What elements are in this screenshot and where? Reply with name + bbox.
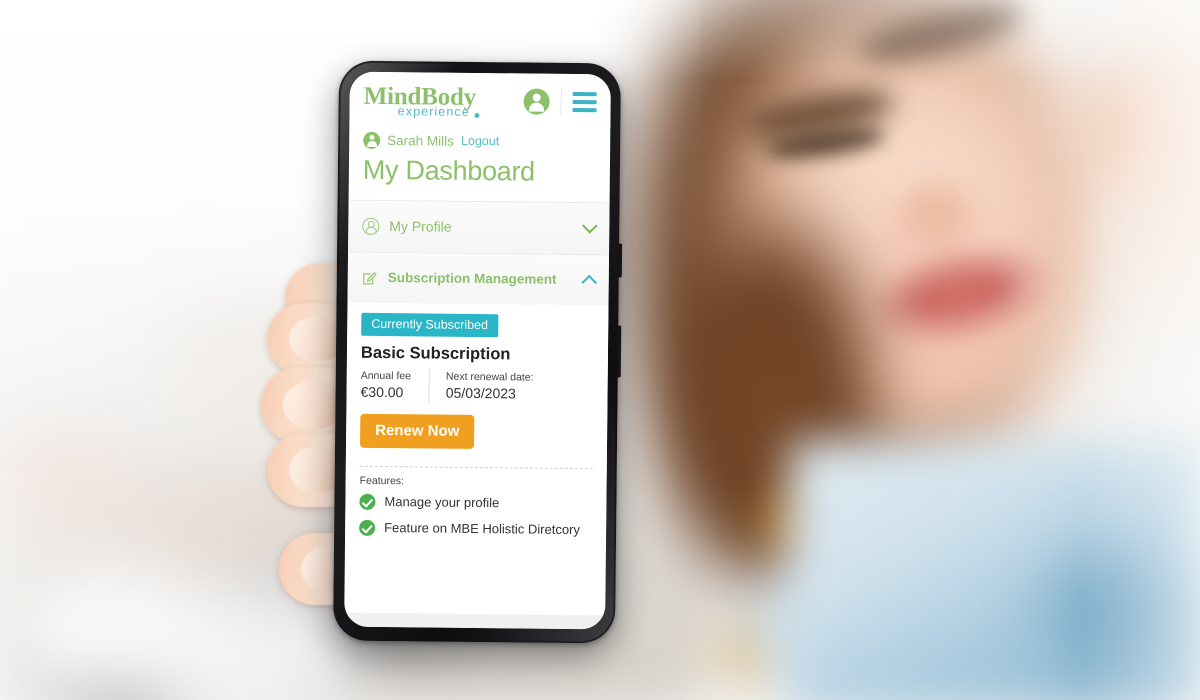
- app-header: MindBody experience: [349, 71, 611, 128]
- account-circle-icon[interactable]: [523, 88, 550, 115]
- phone-power-button[interactable]: [616, 325, 622, 378]
- sidebar-item-my-profile[interactable]: My Profile: [348, 200, 610, 254]
- plan-meta: Annual fee €30.00 Next renewal date: 05/…: [346, 364, 607, 404]
- phone-screen: MindBody experience Sarah Mills Logout M…: [344, 71, 611, 630]
- annual-fee-label: Annual fee: [360, 369, 412, 382]
- check-circle-icon: [359, 493, 376, 510]
- list-item: Manage your profile: [345, 488, 606, 517]
- logout-link[interactable]: Logout: [461, 134, 499, 148]
- logo-secondary-text: experience: [363, 104, 480, 119]
- edit-square-icon: [362, 269, 378, 285]
- meta-divider: [428, 368, 431, 403]
- accordion-section-subscription-management: Subscription Management Currently Subscr…: [344, 251, 610, 549]
- accordion-label-my-profile: My Profile: [389, 218, 452, 235]
- subscription-panel: Currently Subscribed Basic Subscription …: [344, 302, 609, 549]
- annual-fee-value: €30.00: [360, 383, 404, 400]
- sidebar-item-subscription-management[interactable]: Subscription Management: [347, 252, 610, 305]
- logo-dot-icon: [474, 112, 480, 118]
- page-title: My Dashboard: [362, 154, 536, 187]
- status-badge: Currently Subscribed: [361, 312, 499, 337]
- renewal-date-column: Next renewal date: 05/03/2023: [446, 369, 534, 403]
- hamburger-bar: [572, 99, 597, 104]
- list-item: Feature on MBE Holistic Diretcory: [345, 514, 606, 543]
- features-label: Features:: [359, 474, 405, 487]
- feature-text: Manage your profile: [384, 494, 500, 511]
- check-circle-icon: [359, 519, 376, 536]
- accordion-label-subscription-management: Subscription Management: [387, 270, 557, 287]
- renewal-date-value: 05/03/2023: [445, 384, 516, 402]
- user-row: Sarah Mills Logout: [349, 125, 610, 151]
- screen-bottom-strip: [344, 612, 606, 630]
- status-badge-row: Currently Subscribed: [347, 302, 608, 338]
- renewal-date-label: Next renewal date:: [445, 370, 534, 384]
- woman-nose: [900, 185, 970, 245]
- user-circle-outline-icon: [362, 217, 380, 235]
- fingernail: [289, 317, 343, 361]
- phone-volume-button[interactable]: [617, 243, 623, 278]
- feature-text: Feature on MBE Holistic Diretcory: [384, 520, 581, 538]
- smartphone-frame: MindBody experience Sarah Mills Logout M…: [332, 60, 623, 644]
- background-highlight: [1080, 0, 1200, 700]
- accordion-section-my-profile: My Profile: [348, 199, 610, 254]
- plan-name: Basic Subscription: [360, 343, 511, 363]
- renew-now-button[interactable]: Renew Now: [359, 413, 475, 449]
- user-name: Sarah Mills: [387, 132, 455, 149]
- mindbody-logo[interactable]: MindBody experience: [363, 82, 480, 119]
- header-actions: [523, 87, 597, 116]
- hamburger-menu-icon[interactable]: [572, 91, 597, 112]
- logo-secondary-label: experience: [397, 104, 470, 119]
- annual-fee-column: Annual fee €30.00: [360, 368, 411, 402]
- user-avatar-icon: [363, 131, 381, 149]
- hamburger-bar: [572, 107, 597, 112]
- hamburger-bar: [572, 91, 597, 96]
- fingernail: [283, 381, 341, 429]
- header-divider: [560, 87, 562, 116]
